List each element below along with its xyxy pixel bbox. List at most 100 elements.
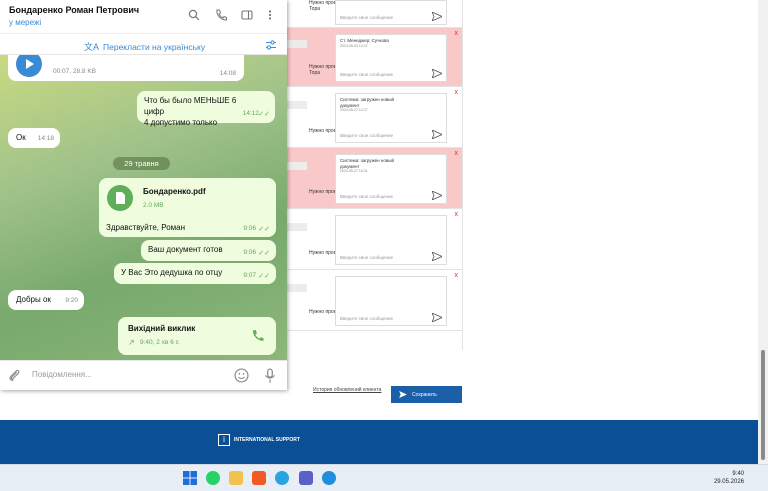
outgoing-message[interactable]: Ваш документ готов 9:06 ✓✓ (141, 240, 276, 261)
taskbar: 9:40 29.05.2026 (0, 464, 768, 491)
incoming-message[interactable]: Ок 14:18 (8, 128, 60, 148)
comment-placeholder: Введите свое сообщение (340, 15, 394, 20)
read-checks-icon: ✓✓ (258, 250, 270, 257)
file-name: Бондаренко.pdf (143, 187, 206, 196)
message-time: 14:12 (242, 110, 259, 117)
translate-bar[interactable]: 文A Перекласти на українську (0, 33, 287, 55)
message-time: 9:06 (243, 249, 256, 256)
row-status-label: Тора (309, 6, 321, 12)
site-footer: i INTERNATIONAL SUPPORT (0, 420, 768, 464)
chat-header: Бондаренко Роман Петрович у мережі (0, 0, 287, 33)
comment-box[interactable]: Введите свое сообщение (335, 0, 447, 25)
send-icon[interactable] (432, 12, 442, 21)
microphone-icon[interactable] (264, 368, 276, 384)
phone-icon[interactable] (251, 329, 264, 342)
play-icon (26, 59, 34, 69)
row-field (285, 223, 307, 231)
file-download-button[interactable] (107, 185, 133, 211)
translation-settings-icon[interactable] (265, 39, 277, 51)
message-time: 9:20 (65, 297, 78, 304)
teams-icon[interactable] (299, 471, 313, 485)
comment-box[interactable]: Введите свое сообщение (335, 276, 447, 326)
send-icon[interactable] (432, 191, 442, 200)
save-button[interactable]: Сохранить (391, 386, 462, 403)
more-menu-icon[interactable] (264, 9, 276, 21)
read-checks-icon: ✓✓ (258, 226, 270, 233)
incoming-message[interactable]: Добры ок 9:20 (8, 290, 84, 310)
clock-date: 29.05.2026 (713, 479, 744, 485)
translate-button[interactable]: 文A Перекласти на українську (84, 40, 205, 53)
comment-box[interactable]: Введите свое сообщение (335, 215, 447, 265)
row-field (285, 40, 307, 48)
close-icon[interactable]: x (455, 30, 459, 37)
message-text: Ваш документ готов (148, 245, 223, 254)
whatsapp-icon[interactable] (206, 471, 220, 485)
outgoing-message[interactable]: Что бы было МЕНЬШЕ 6 цифр 4 допустимо то… (137, 91, 275, 127)
comment-box[interactable]: Ст. Менеджер: Сучкова 2024-05-03 12:47 В… (335, 34, 447, 82)
message-text: Что бы было МЕНЬШЕ 6 цифр 4 допустимо то… (144, 96, 237, 127)
telegram-icon[interactable] (275, 471, 289, 485)
message-time: 9:07 (243, 272, 256, 279)
comment-message: Ст. Менеджер: Сучкова 2024-05-03 12:47 (340, 38, 389, 48)
comment-message: Система: загружен новый документ 2024-05… (340, 97, 394, 112)
message-text: Здравствуйте, Роман (106, 223, 186, 232)
send-icon[interactable] (432, 252, 442, 261)
voice-message[interactable]: 00:07, 28.8 KB 14:08 (8, 55, 244, 81)
comment-message: Система: загружен новый документ 2024-05… (340, 158, 394, 173)
close-icon[interactable]: x (455, 211, 459, 218)
message-composer: Повідомлення... (0, 360, 287, 390)
divider (462, 0, 463, 350)
row-field (285, 101, 307, 109)
comment-placeholder: Введите свое сообщение (340, 72, 394, 77)
message-input[interactable]: Повідомлення... (32, 370, 92, 379)
send-icon[interactable] (432, 313, 442, 322)
brave-icon[interactable] (252, 471, 266, 485)
clock-time: 9:40 (732, 471, 744, 477)
message-time: 14:18 (37, 135, 54, 142)
telegram-chat-window: Бондаренко Роман Петрович у мережі 文A Пе… (0, 0, 287, 390)
comment-box[interactable]: Система: загружен новый документ 2024-05… (335, 93, 447, 143)
attach-icon[interactable] (8, 369, 21, 383)
edge-icon[interactable] (322, 471, 336, 485)
comment-placeholder: Введите свое сообщение (340, 316, 394, 321)
outgoing-message[interactable]: У Вас Это дедушка по отцу 9:07 ✓✓ (114, 263, 276, 284)
contact-status: у мережі (9, 18, 42, 27)
windows-start-icon[interactable] (183, 471, 197, 485)
search-icon[interactable] (188, 9, 200, 21)
translate-icon: 文A (84, 42, 100, 52)
logo-text: INTERNATIONAL SUPPORT (234, 437, 300, 443)
date-separator: 29 травня (113, 157, 170, 170)
file-size: 2.0 MB (143, 202, 164, 209)
read-checks-icon: ✓✓ (258, 111, 270, 118)
message-text: У Вас Это дедушка по отцу (121, 268, 223, 277)
comment-box[interactable]: Система: загружен новый документ 2024-05… (335, 154, 447, 204)
save-button-label: Сохранить (412, 391, 437, 398)
scrollbar-thumb[interactable] (761, 350, 765, 460)
row-field (285, 284, 307, 292)
outgoing-file-message[interactable]: Бондаренко.pdf 2.0 MB Здравствуйте, Рома… (99, 178, 276, 237)
outgoing-call-message[interactable]: Вихідний виклик ↗ 9:40, 2 хв 6 с (118, 317, 276, 355)
comment-placeholder: Введите свое сообщение (340, 133, 394, 138)
desktop: Нужно проверить Тора Введите свое сообще… (0, 0, 768, 491)
play-button[interactable] (16, 55, 42, 77)
sidebar-toggle-icon[interactable] (241, 9, 253, 21)
read-checks-icon: ✓✓ (258, 273, 270, 280)
call-meta: 9:40, 2 хв 6 с (140, 339, 179, 346)
file-explorer-icon[interactable] (229, 471, 243, 485)
emoji-icon[interactable] (234, 368, 249, 383)
contact-name[interactable]: Бондаренко Роман Петрович (9, 5, 139, 15)
send-icon[interactable] (432, 130, 442, 139)
document-icon (116, 192, 125, 204)
message-time: 9:06 (243, 225, 256, 232)
close-icon[interactable]: x (455, 150, 459, 157)
close-icon[interactable]: x (455, 272, 459, 279)
close-icon[interactable]: x (455, 89, 459, 96)
phone-icon[interactable] (215, 9, 227, 21)
send-icon[interactable] (432, 69, 442, 78)
comment-placeholder: Введите свое сообщение (340, 194, 394, 199)
message-text: Ок (16, 133, 26, 142)
row-field (285, 162, 307, 170)
client-history-link[interactable]: История обновлений клиента (313, 387, 381, 393)
system-clock[interactable]: 9:40 29.05.2026 (714, 470, 744, 486)
chat-history[interactable]: 00:07, 28.8 KB 14:08 Что бы было МЕНЬШЕ … (0, 55, 287, 360)
